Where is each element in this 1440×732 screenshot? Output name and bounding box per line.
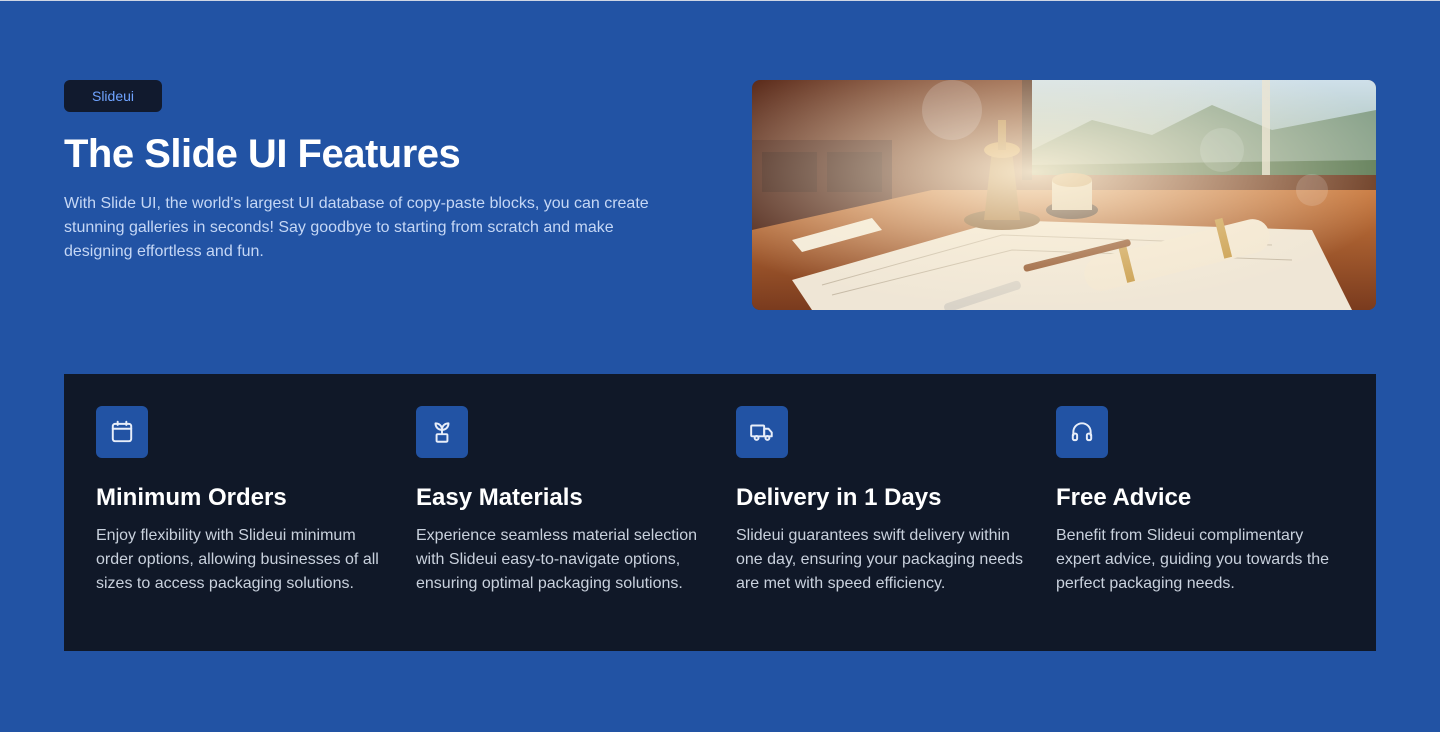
feature-free-advice: Free Advice Benefit from Slideui complim… xyxy=(1056,406,1346,592)
feature-title: Free Advice xyxy=(1056,484,1192,511)
feature-title: Easy Materials xyxy=(416,484,583,511)
feature-title: Delivery in 1 Days xyxy=(736,484,942,511)
feature-easy-materials: Easy Materials Experience seamless mater… xyxy=(416,406,706,592)
feature-minimum-orders: Minimum Orders Enjoy flexibility with Sl… xyxy=(96,406,386,592)
hero-description: With Slide UI, the world's largest UI da… xyxy=(64,195,649,260)
feature-description: Enjoy flexibility with Slideui minimum o… xyxy=(96,527,379,592)
page-title: The Slide UI Features xyxy=(64,132,461,176)
headphones-icon xyxy=(1056,406,1108,458)
feature-description: Experience seamless material selection w… xyxy=(416,527,698,592)
feature-title: Minimum Orders xyxy=(96,484,287,511)
truck-icon xyxy=(736,406,788,458)
feature-description: Slideui guarantees swift delivery within… xyxy=(736,527,1024,592)
calendar-icon xyxy=(96,406,148,458)
top-divider xyxy=(0,0,1440,1)
hero-image xyxy=(752,80,1376,310)
sprout-icon xyxy=(416,406,468,458)
slideui-badge: Slideui xyxy=(64,80,162,112)
feature-delivery: Delivery in 1 Days Slideui guarantees sw… xyxy=(736,406,1026,592)
features-panel: Minimum Orders Enjoy flexibility with Sl… xyxy=(64,374,1376,651)
feature-description: Benefit from Slideui complimentary exper… xyxy=(1056,527,1330,592)
